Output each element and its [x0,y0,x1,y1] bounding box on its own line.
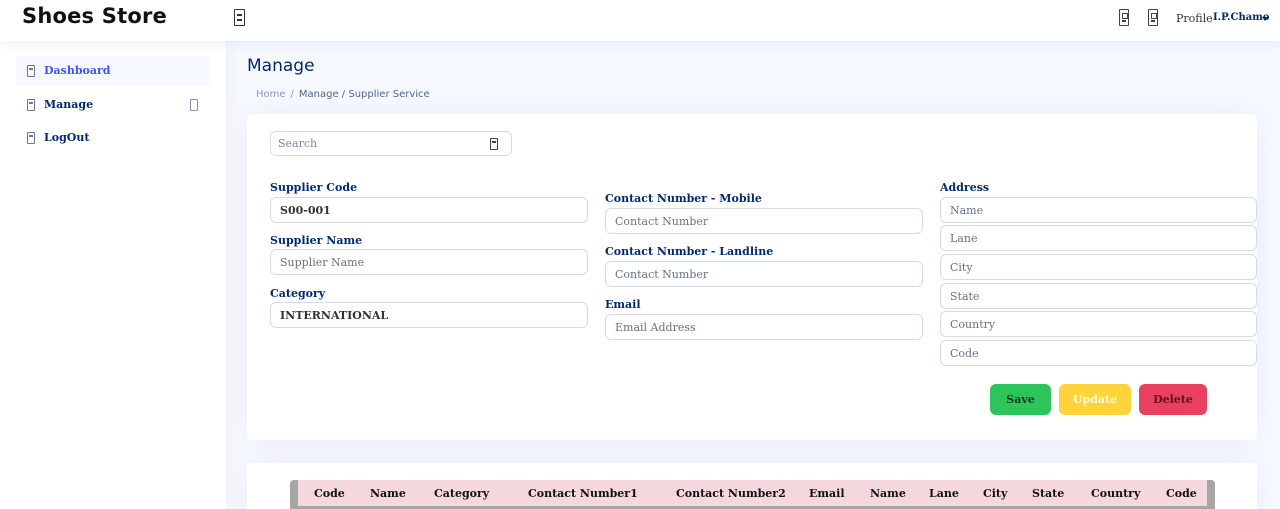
email-label: Email [605,298,641,311]
breadcrumb-current: Manage / Supplier Service [298,89,430,100]
contact-mobile-field[interactable] [605,208,923,234]
column-header-lane[interactable]: Lane [929,487,959,500]
save-button[interactable]: Save [990,384,1051,415]
grid-icon [27,65,35,77]
notification-icon[interactable] [1119,9,1129,26]
update-button[interactable]: Update [1059,384,1131,415]
supplier-code-field[interactable] [270,197,588,223]
search-icon[interactable] [490,138,498,150]
column-header-name[interactable]: Name [370,487,406,500]
search-input[interactable] [278,137,478,150]
column-header-state[interactable]: State [1032,487,1064,500]
sidebar-item-label: Dashboard [44,64,111,77]
chevron-down-icon[interactable] [190,99,198,111]
column-header-city[interactable]: City [983,487,1007,500]
column-header-country[interactable]: Country [1091,487,1140,500]
column-header-postal-code[interactable]: Code [1166,487,1197,500]
sidebar-item-label: LogOut [44,131,90,144]
address-country-field[interactable] [940,311,1257,337]
contact-landline-label: Contact Number - Landline [605,245,774,258]
chevron-down-icon[interactable] [1262,17,1268,21]
category-label: Category [270,287,326,300]
menu-toggle-icon[interactable] [234,9,245,26]
column-header-category[interactable]: Category [434,487,489,500]
column-header-code[interactable]: Code [314,487,345,500]
delete-button[interactable]: Delete [1139,384,1207,415]
address-city-field[interactable] [940,254,1257,280]
top-header: Shoes Store Profile I.P.Chamo [0,0,1280,41]
address-label: Address [940,181,990,194]
address-name-field[interactable] [940,197,1257,223]
brand-logo[interactable]: Shoes Store [22,4,167,28]
manage-icon [27,99,35,111]
sidebar-item-logout[interactable]: LogOut [16,123,210,153]
column-header-contact-number2[interactable]: Contact Number2 [676,487,786,500]
message-icon[interactable] [1148,9,1158,26]
profile-name[interactable]: I.P.Chamo [1213,12,1269,23]
column-header-email[interactable]: Email [809,487,845,500]
address-state-field[interactable] [940,283,1257,309]
supplier-name-label: Supplier Name [270,234,363,247]
sidebar-item-label: Manage [44,98,94,111]
contact-mobile-label: Contact Number - Mobile [605,192,762,205]
contact-landline-field[interactable] [605,261,923,287]
sidebar-item-dashboard[interactable]: Dashboard [16,56,210,86]
category-field[interactable] [270,302,588,328]
column-header-address-name[interactable]: Name [870,487,906,500]
breadcrumb-home[interactable]: Home [256,89,286,100]
logout-icon [27,132,35,144]
profile-label[interactable]: Profile [1176,12,1213,25]
sidebar: Dashboard Manage LogOut [0,41,226,509]
address-code-field[interactable] [940,340,1257,366]
column-header-contact-number1[interactable]: Contact Number1 [528,487,638,500]
breadcrumb: Home / Manage / Supplier Service [256,89,430,100]
email-field[interactable] [605,314,923,340]
supplier-name-field[interactable] [270,249,588,275]
supplier-code-label: Supplier Code [270,181,358,194]
breadcrumb-separator: / [290,89,294,100]
sidebar-item-manage[interactable]: Manage [16,90,210,120]
address-lane-field[interactable] [940,225,1257,251]
search-box[interactable] [270,131,512,156]
page-title: Manage [247,56,315,76]
